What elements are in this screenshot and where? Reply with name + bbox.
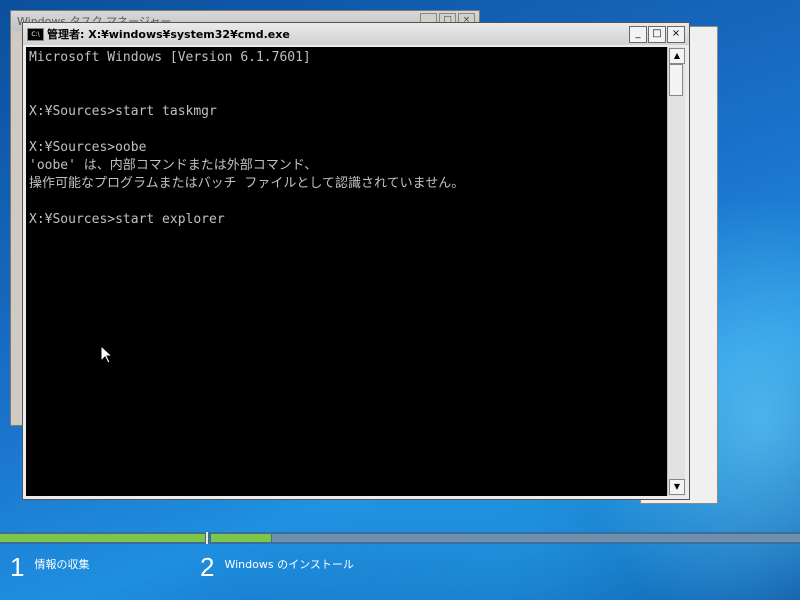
scroll-thumb[interactable] xyxy=(669,64,683,96)
minimize-button[interactable]: _ xyxy=(629,26,647,43)
console-line: 'oobe' は、内部コマンドまたは外部コマンド、 xyxy=(29,158,318,173)
step-label: Windows のインストール xyxy=(224,558,354,571)
progress-step1-complete xyxy=(0,534,205,542)
maximize-button[interactable]: □ xyxy=(648,26,666,43)
close-button[interactable]: × xyxy=(667,26,685,43)
console-app-icon: C:\ xyxy=(27,27,44,41)
step-number: 2 xyxy=(200,552,215,582)
step-label: 情報の収集 xyxy=(34,558,90,571)
console-line: X:¥Sources>start taskmgr xyxy=(29,104,217,119)
scroll-down-button[interactable]: ▼ xyxy=(669,479,685,495)
setup-step-install-windows: 2 Windows のインストール xyxy=(200,552,354,582)
step-number: 1 xyxy=(10,552,25,582)
console-line: X:¥Sources>start explorer xyxy=(29,212,225,227)
progress-remaining xyxy=(272,534,800,542)
cmd-window-controls: _ □ × xyxy=(629,26,685,43)
cmd-titlebar[interactable]: C:\ 管理者: X:¥windows¥system32¥cmd.exe xyxy=(23,23,689,45)
mouse-pointer-icon xyxy=(101,346,113,364)
console-line: Microsoft Windows [Version 6.1.7601] xyxy=(29,50,311,65)
progress-divider xyxy=(206,532,208,544)
console-output[interactable]: Microsoft Windows [Version 6.1.7601] X:¥S… xyxy=(26,47,667,496)
setup-step-collect-info: 1 情報の収集 xyxy=(10,552,89,582)
console-line: X:¥Sources>oobe xyxy=(29,140,147,155)
cmd-window[interactable]: C:\ 管理者: X:¥windows¥system32¥cmd.exe _ □… xyxy=(22,22,690,500)
cmd-window-title: 管理者: X:¥windows¥system32¥cmd.exe xyxy=(47,28,290,41)
console-line: 操作可能なプログラムまたはバッチ ファイルとして認識されていません。 xyxy=(29,176,465,191)
scroll-up-button[interactable]: ▲ xyxy=(669,48,685,64)
console-scrollbar[interactable]: ▲ ▼ xyxy=(667,47,685,496)
progress-step2-fill xyxy=(211,534,271,542)
